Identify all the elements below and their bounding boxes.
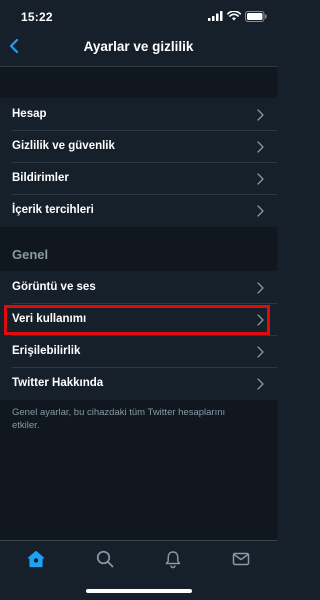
- tab-home[interactable]: [26, 549, 46, 569]
- row-label: Hesap: [12, 108, 47, 120]
- tab-search[interactable]: [95, 549, 115, 569]
- settings-row-content-preferences[interactable]: İçerik tercihleri: [0, 195, 277, 227]
- row-label: Bildirimler: [12, 172, 69, 184]
- row-label: Erişilebilirlik: [12, 345, 81, 357]
- battery-icon: [245, 10, 267, 22]
- section-spacer: [0, 67, 277, 98]
- row-label: Görüntü ve ses: [12, 281, 96, 293]
- signal-icon: [208, 11, 223, 21]
- home-indicator[interactable]: [86, 589, 192, 593]
- page-title: Ayarlar ve gizlilik: [83, 39, 194, 54]
- settings-row-accessibility[interactable]: Erişilebilirlik: [0, 336, 277, 368]
- chevron-right-icon: [257, 378, 264, 390]
- messages-envelope-icon: [232, 552, 250, 566]
- status-bar: 15:22: [0, 0, 277, 24]
- status-time: 15:22: [21, 10, 53, 24]
- row-label: İçerik tercihleri: [12, 204, 94, 216]
- section-header-general: Genel: [12, 247, 49, 262]
- settings-row-about-twitter[interactable]: Twitter Hakkında: [0, 368, 277, 400]
- chevron-right-icon: [257, 141, 264, 153]
- settings-row-account[interactable]: Hesap: [0, 99, 277, 131]
- home-icon: [27, 550, 45, 568]
- chevron-right-icon: [257, 173, 264, 185]
- notifications-bell-icon: [165, 551, 181, 569]
- row-label: Gizlilik ve güvenlik: [12, 140, 115, 152]
- tab-notifications[interactable]: [163, 549, 183, 569]
- highlight-box: [4, 305, 270, 335]
- general-settings-note: Genel ayarlar, bu cihazdaki tüm Twitter …: [12, 407, 226, 431]
- chevron-right-icon: [257, 109, 264, 121]
- chevron-right-icon: [257, 205, 264, 217]
- chevron-right-icon: [257, 282, 264, 294]
- tab-messages[interactable]: [231, 549, 251, 569]
- navigation-bar: Ayarlar ve gizlilik: [0, 28, 277, 67]
- wifi-icon: [227, 11, 241, 21]
- row-label: Twitter Hakkında: [12, 377, 104, 389]
- search-icon: [96, 550, 114, 568]
- settings-row-display-sound[interactable]: Görüntü ve ses: [0, 272, 277, 304]
- settings-row-notifications[interactable]: Bildirimler: [0, 163, 277, 195]
- chevron-right-icon: [257, 346, 264, 358]
- status-icons: [208, 10, 267, 22]
- settings-screen: 15:22 Ayarlar ve gizlilik Hesap Gizlilik…: [0, 0, 277, 600]
- settings-row-privacy-security[interactable]: Gizlilik ve güvenlik: [0, 131, 277, 163]
